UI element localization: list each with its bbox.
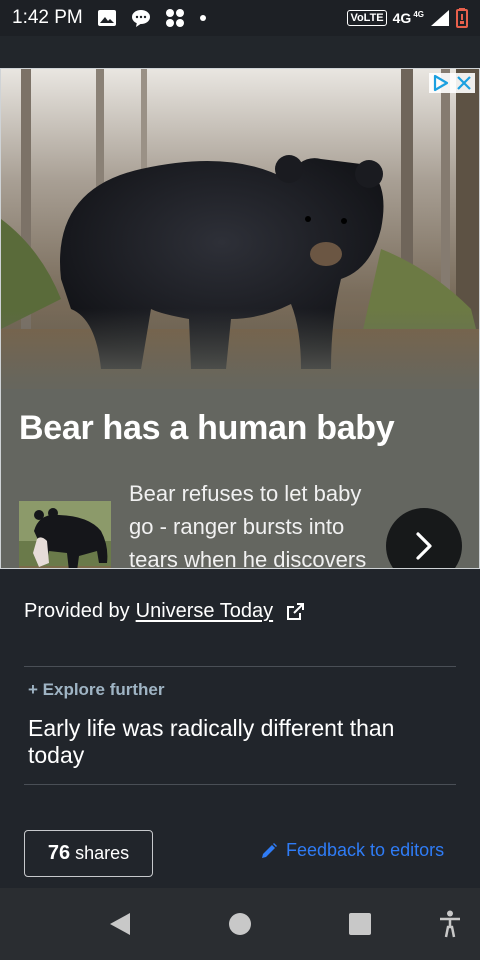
back-icon [110,913,130,935]
provided-by: Provided by Universe Today [24,600,305,623]
advertisement[interactable]: Bear has a human baby Bear refuses to le… [0,68,480,569]
ad-body-text[interactable]: Bear refuses to let baby go - ranger bur… [129,477,379,568]
shares-button[interactable]: 76 shares [24,830,153,877]
feedback-to-editors-link[interactable]: Feedback to editors [260,840,444,861]
explore-further-link[interactable]: Early life was radically different than … [28,715,448,769]
network-small: 4G [413,9,424,19]
ad-thumbnail [19,501,111,568]
pencil-icon [262,842,277,858]
battery-low-icon [456,8,468,28]
accessibility-button[interactable] [428,888,472,960]
divider-top [24,666,456,667]
back-button[interactable] [96,888,144,960]
external-link-icon[interactable] [285,602,305,622]
shares-label: shares [75,843,130,863]
ad-headline[interactable]: Bear has a human baby [19,409,395,448]
signal-icon [431,10,449,26]
source-link[interactable]: Universe Today [136,600,273,623]
provided-prefix: Provided by [24,600,130,622]
status-right: VoLTE 4G 4G [347,8,468,28]
image-icon [97,10,116,26]
system-nav-bar [0,888,480,960]
recents-button[interactable] [336,888,384,960]
accessibility-icon [440,910,460,938]
dot-icon [199,15,206,21]
ad-choices[interactable] [429,73,475,93]
shares-count: 76 [47,842,71,864]
notification-icons [97,8,207,28]
home-button[interactable] [216,888,264,960]
divider-bottom [24,784,456,785]
network-label: 4G [392,10,412,26]
status-bar: 1:42 PM VoLTE 4G 4G [0,0,480,36]
volte-badge: VoLTE [347,10,387,26]
feedback-label[interactable]: Feedback to editors [286,840,444,861]
chevron-right-icon [416,532,432,560]
explore-further-label: + Explore further [28,680,165,699]
apps-icon [165,9,184,27]
close-icon[interactable] [456,75,472,91]
chat-bubble-icon [131,10,150,27]
recents-icon [349,913,371,935]
network-type: 4G [393,10,412,26]
adchoices-icon[interactable] [432,74,450,92]
ad-next-button[interactable] [386,508,462,568]
app-top-band [0,36,480,68]
home-icon [229,913,251,935]
status-time: 1:42 PM [12,7,83,28]
